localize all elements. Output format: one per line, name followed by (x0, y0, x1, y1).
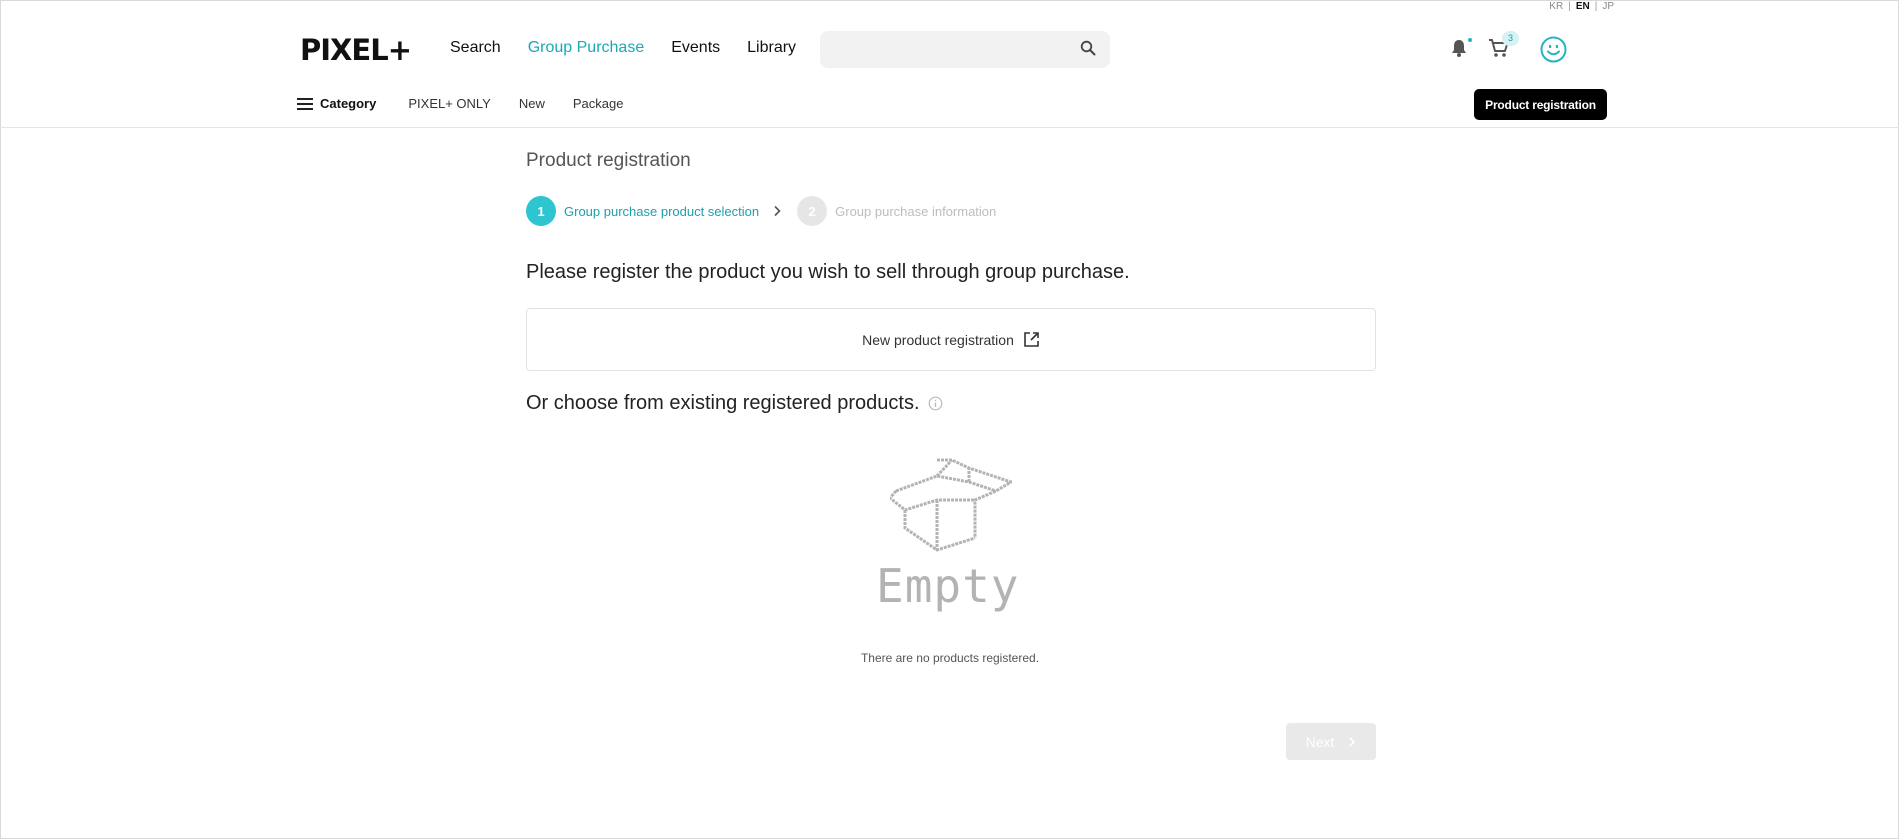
header: PIXEL+ Search Group Purchase Events Libr… (0, 0, 1899, 128)
new-product-registration-button[interactable]: New product registration (526, 308, 1376, 371)
hamburger-icon (297, 97, 313, 110)
step-2: 2 Group purchase information (797, 196, 996, 226)
search-box (820, 31, 1110, 68)
cart-count-badge: 3 (1502, 31, 1519, 46)
existing-products-label: Or choose from existing registered produ… (526, 392, 920, 414)
empty-label: Empty (876, 560, 1019, 613)
step-1-label: Group purchase product selection (564, 203, 760, 219)
sub-nav: Category PIXEL+ ONLY New Package (297, 96, 651, 111)
profile-avatar-icon[interactable] (1540, 36, 1567, 63)
subnav-package[interactable]: Package (573, 96, 624, 111)
product-registration-button[interactable]: Product registration (1474, 89, 1607, 120)
step-2-label: Group purchase information (835, 203, 997, 219)
subnav-new[interactable]: New (519, 96, 545, 111)
empty-message: There are no products registered. (860, 651, 1040, 665)
chevron-right-icon (774, 205, 781, 217)
new-product-label: New product registration (862, 331, 1014, 348)
nav-group-purchase[interactable]: Group Purchase (528, 39, 645, 57)
empty-illustration-text: Empty (876, 560, 1019, 613)
category-label: Category (320, 96, 377, 111)
nav-library[interactable]: Library (747, 39, 796, 57)
chevron-right-icon (1349, 736, 1356, 747)
instruction-text: Please register the product you wish to … (526, 261, 1130, 283)
info-icon[interactable] (928, 396, 943, 411)
page-title: Product registration (526, 150, 691, 171)
search-icon[interactable] (1080, 40, 1096, 56)
notification-dot (1468, 38, 1472, 42)
step-1-number: 1 (526, 196, 556, 226)
empty-box-icon (890, 458, 1012, 552)
nav-search[interactable]: Search (450, 39, 501, 57)
category-menu[interactable]: Category (297, 96, 376, 111)
bell-icon[interactable] (1450, 38, 1468, 58)
subnav-pixel-only[interactable]: PIXEL+ ONLY (408, 96, 491, 111)
main-nav: Search Group Purchase Events Library (450, 39, 796, 57)
next-button[interactable]: Next (1286, 723, 1376, 760)
nav-events[interactable]: Events (671, 39, 720, 57)
step-indicator: 1 Group purchase product selection 2 Gro… (526, 196, 996, 226)
logo[interactable]: PIXEL+ (300, 33, 412, 67)
step-1: 1 Group purchase product selection (526, 196, 759, 226)
external-link-icon (1024, 332, 1039, 347)
step-2-number: 2 (797, 196, 828, 226)
existing-products-heading: Or choose from existing registered produ… (526, 392, 943, 415)
next-label: Next (1305, 733, 1335, 750)
search-input[interactable] (820, 31, 1060, 68)
